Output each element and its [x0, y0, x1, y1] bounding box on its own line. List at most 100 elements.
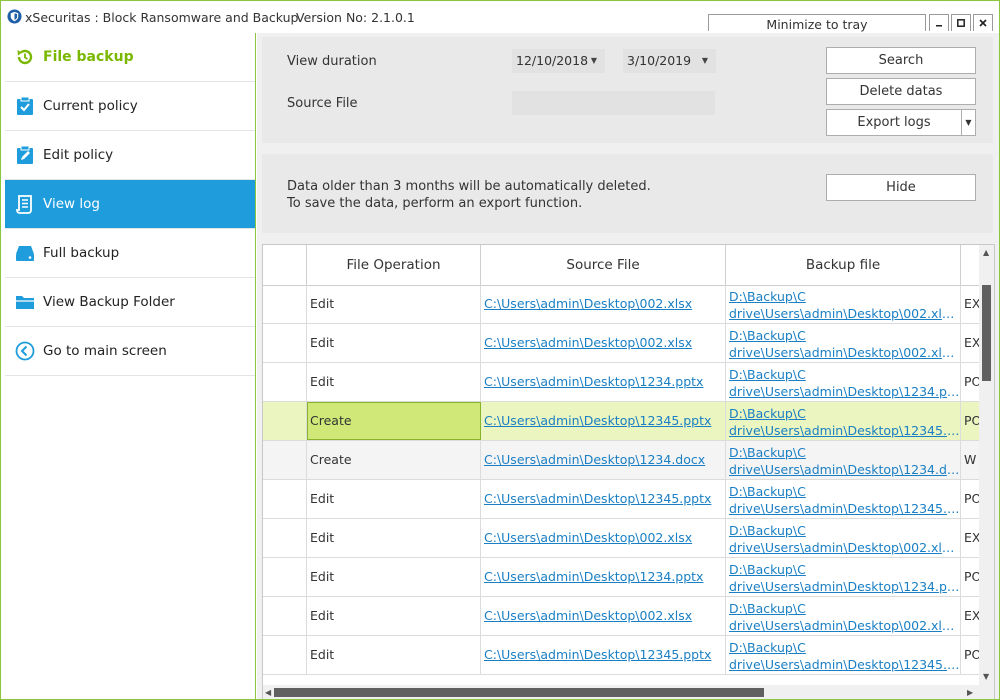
column-header-blank[interactable] — [263, 245, 307, 285]
backup-file-link-line2[interactable]: drive\Users\admin\Desktop\1234.ppt... — [729, 383, 960, 400]
sidebar-item-label: Go to main screen — [43, 343, 167, 359]
dropdown-arrow-icon: ▼ — [965, 118, 972, 127]
minimize-to-tray-button[interactable]: Minimize to tray — [708, 14, 926, 32]
row-header-cell[interactable] — [263, 636, 307, 674]
backup-file-link-line2[interactable]: drive\Users\admin\Desktop\1234.ppt... — [729, 578, 960, 595]
vertical-scroll-thumb[interactable] — [982, 285, 991, 381]
horizontal-scroll-thumb[interactable] — [274, 688, 764, 697]
table-row[interactable]: Edit C:\Users\admin\Desktop\002.xlsx D:\Ba… — [263, 597, 994, 636]
source-file-link[interactable]: C:\Users\admin\Desktop\12345.pptx — [484, 413, 711, 428]
vertical-scrollbar[interactable]: ▲ ▼ — [979, 245, 994, 685]
backup-file-link-line2[interactable]: drive\Users\admin\Desktop\12345.p... — [729, 500, 960, 517]
scroll-left-arrow-icon[interactable]: ◀ — [265, 689, 271, 697]
column-header-backup-file[interactable]: Backup file — [726, 245, 961, 285]
column-header-source-file[interactable]: Source File — [481, 245, 726, 285]
backup-file-link-line1[interactable]: D:\Backup\C — [729, 483, 960, 500]
source-file-input[interactable] — [512, 91, 715, 115]
row-header-cell[interactable] — [263, 324, 307, 362]
sidebar-item-label: Edit policy — [43, 147, 114, 163]
hide-button[interactable]: Hide — [826, 174, 976, 201]
delete-datas-button[interactable]: Delete datas — [826, 78, 976, 105]
sidebar-item-view-backup-folder[interactable]: View Backup Folder — [5, 278, 255, 327]
source-file-link[interactable]: C:\Users\admin\Desktop\002.xlsx — [484, 530, 692, 545]
minimize-button[interactable] — [929, 14, 949, 31]
table-row[interactable]: Edit C:\Users\admin\Desktop\12345.pptx D:\… — [263, 480, 994, 519]
backup-file-link-line1[interactable]: D:\Backup\C — [729, 366, 960, 383]
source-file-cell: C:\Users\admin\Desktop\1234.pptx — [481, 558, 726, 596]
source-file-link[interactable]: C:\Users\admin\Desktop\12345.pptx — [484, 491, 711, 506]
close-button[interactable] — [973, 14, 993, 31]
sidebar-item-edit-policy[interactable]: Edit policy — [5, 131, 255, 180]
source-file-link[interactable]: C:\Users\admin\Desktop\002.xlsx — [484, 335, 692, 350]
sidebar-item-go-to-main-screen[interactable]: Go to main screen — [5, 327, 255, 376]
table-row[interactable]: Edit C:\Users\admin\Desktop\002.xlsx D:\Ba… — [263, 324, 994, 363]
row-header-cell[interactable] — [263, 558, 307, 596]
backup-file-link-line2[interactable]: drive\Users\admin\Desktop\002.xlsx_... — [729, 344, 960, 361]
backup-file-link-line1[interactable]: D:\Backup\C — [729, 444, 960, 461]
app-window: xSecuritas : Block Ransomware and Backup… — [0, 0, 1000, 700]
row-header-cell[interactable] — [263, 597, 307, 635]
filter-panel: View duration 12/10/2018 ▼ 3/10/2019 ▼ S… — [262, 37, 993, 143]
backup-file-link-line1[interactable]: D:\Backup\C — [729, 600, 960, 617]
date-to-picker[interactable]: 3/10/2019 ▼ — [623, 49, 716, 73]
clipboard-edit-icon — [15, 145, 35, 165]
main-content: View duration 12/10/2018 ▼ 3/10/2019 ▼ S… — [257, 33, 999, 699]
search-button[interactable]: Search — [826, 47, 976, 74]
backup-file-link-line2[interactable]: drive\Users\admin\Desktop\12345.p... — [729, 656, 960, 673]
table-row[interactable]: Edit C:\Users\admin\Desktop\002.xlsx D:\Ba… — [263, 285, 994, 324]
sidebar-item-full-backup[interactable]: Full backup — [5, 229, 255, 278]
backup-file-cell: D:\Backup\C drive\Users\admin\Desktop\002… — [726, 519, 961, 557]
row-header-cell[interactable] — [263, 480, 307, 518]
source-file-link[interactable]: C:\Users\admin\Desktop\1234.pptx — [484, 374, 703, 389]
backup-file-link-line2[interactable]: drive\Users\admin\Desktop\1234.do... — [729, 461, 960, 478]
backup-file-cell: D:\Backup\C drive\Users\admin\Desktop\002… — [726, 597, 961, 635]
backup-file-link-line2[interactable]: drive\Users\admin\Desktop\002.xlsx_... — [729, 539, 960, 556]
table-row[interactable]: Edit C:\Users\admin\Desktop\12345.pptx D:\… — [263, 636, 994, 675]
scroll-up-arrow-icon[interactable]: ▲ — [983, 249, 989, 257]
sidebar-item-current-policy[interactable]: Current policy — [5, 82, 255, 131]
column-header-file-operation[interactable]: File Operation — [307, 245, 481, 285]
sidebar-item-label: Current policy — [43, 98, 138, 114]
notice-line-1: Data older than 3 months will be automat… — [287, 179, 651, 194]
backup-file-link-line1[interactable]: D:\Backup\C — [729, 561, 960, 578]
horizontal-scrollbar[interactable]: ◀ ▶ — [263, 685, 994, 699]
row-header-cell[interactable] — [263, 402, 307, 440]
table-row[interactable]: Create C:\Users\admin\Desktop\1234.docx D:… — [263, 441, 994, 480]
maximize-button[interactable] — [951, 14, 971, 31]
export-options-dropdown[interactable]: ▼ — [961, 109, 976, 136]
backup-file-link-line2[interactable]: drive\Users\admin\Desktop\12345.p... — [729, 422, 960, 439]
table-row[interactable]: Edit C:\Users\admin\Desktop\1234.pptx D:\B… — [263, 558, 994, 597]
backup-file-link-line1[interactable]: D:\Backup\C — [729, 327, 960, 344]
table-row[interactable]: Edit C:\Users\admin\Desktop\002.xlsx D:\Ba… — [263, 519, 994, 558]
source-file-link[interactable]: C:\Users\admin\Desktop\002.xlsx — [484, 296, 692, 311]
row-header-cell[interactable] — [263, 519, 307, 557]
export-logs-button[interactable]: Export logs — [826, 109, 962, 136]
scroll-right-arrow-icon[interactable]: ▶ — [967, 689, 973, 697]
backup-file-link-line1[interactable]: D:\Backup\C — [729, 405, 960, 422]
source-file-link[interactable]: C:\Users\admin\Desktop\1234.docx — [484, 452, 705, 467]
row-header-cell[interactable] — [263, 441, 307, 479]
source-file-link[interactable]: C:\Users\admin\Desktop\002.xlsx — [484, 608, 692, 623]
backup-file-link-line1[interactable]: D:\Backup\C — [729, 639, 960, 656]
source-file-cell: C:\Users\admin\Desktop\002.xlsx — [481, 324, 726, 362]
row-header-cell[interactable] — [263, 285, 307, 323]
source-file-link[interactable]: C:\Users\admin\Desktop\12345.pptx — [484, 647, 711, 662]
backup-file-link-line2[interactable]: drive\Users\admin\Desktop\002.xlsx_... — [729, 305, 960, 322]
backup-file-link-line1[interactable]: D:\Backup\C — [729, 522, 960, 539]
sidebar-item-view-log[interactable]: View log — [5, 180, 255, 229]
drive-icon — [15, 243, 35, 263]
backup-file-link-line1[interactable]: D:\Backup\C — [729, 288, 960, 305]
source-file-cell: C:\Users\admin\Desktop\1234.docx — [481, 441, 726, 479]
backup-file-cell: D:\Backup\C drive\Users\admin\Desktop\002… — [726, 324, 961, 362]
file-operation-cell: Edit — [307, 324, 481, 362]
source-file-link[interactable]: C:\Users\admin\Desktop\1234.pptx — [484, 569, 703, 584]
sidebar-item-file-backup[interactable]: File backup — [5, 33, 255, 82]
minimize-icon — [936, 25, 942, 27]
table-row[interactable]: Edit C:\Users\admin\Desktop\1234.pptx D:\B… — [263, 363, 994, 402]
row-header-cell[interactable] — [263, 363, 307, 401]
date-from-picker[interactable]: 12/10/2018 ▼ — [512, 49, 605, 73]
table-row[interactable]: Create C:\Users\admin\Desktop\12345.pptx D… — [263, 402, 994, 441]
app-title: xSecuritas : Block Ransomware and Backup — [25, 10, 299, 25]
backup-file-link-line2[interactable]: drive\Users\admin\Desktop\002.xlsx_... — [729, 617, 960, 634]
scroll-down-arrow-icon[interactable]: ▼ — [983, 673, 989, 681]
